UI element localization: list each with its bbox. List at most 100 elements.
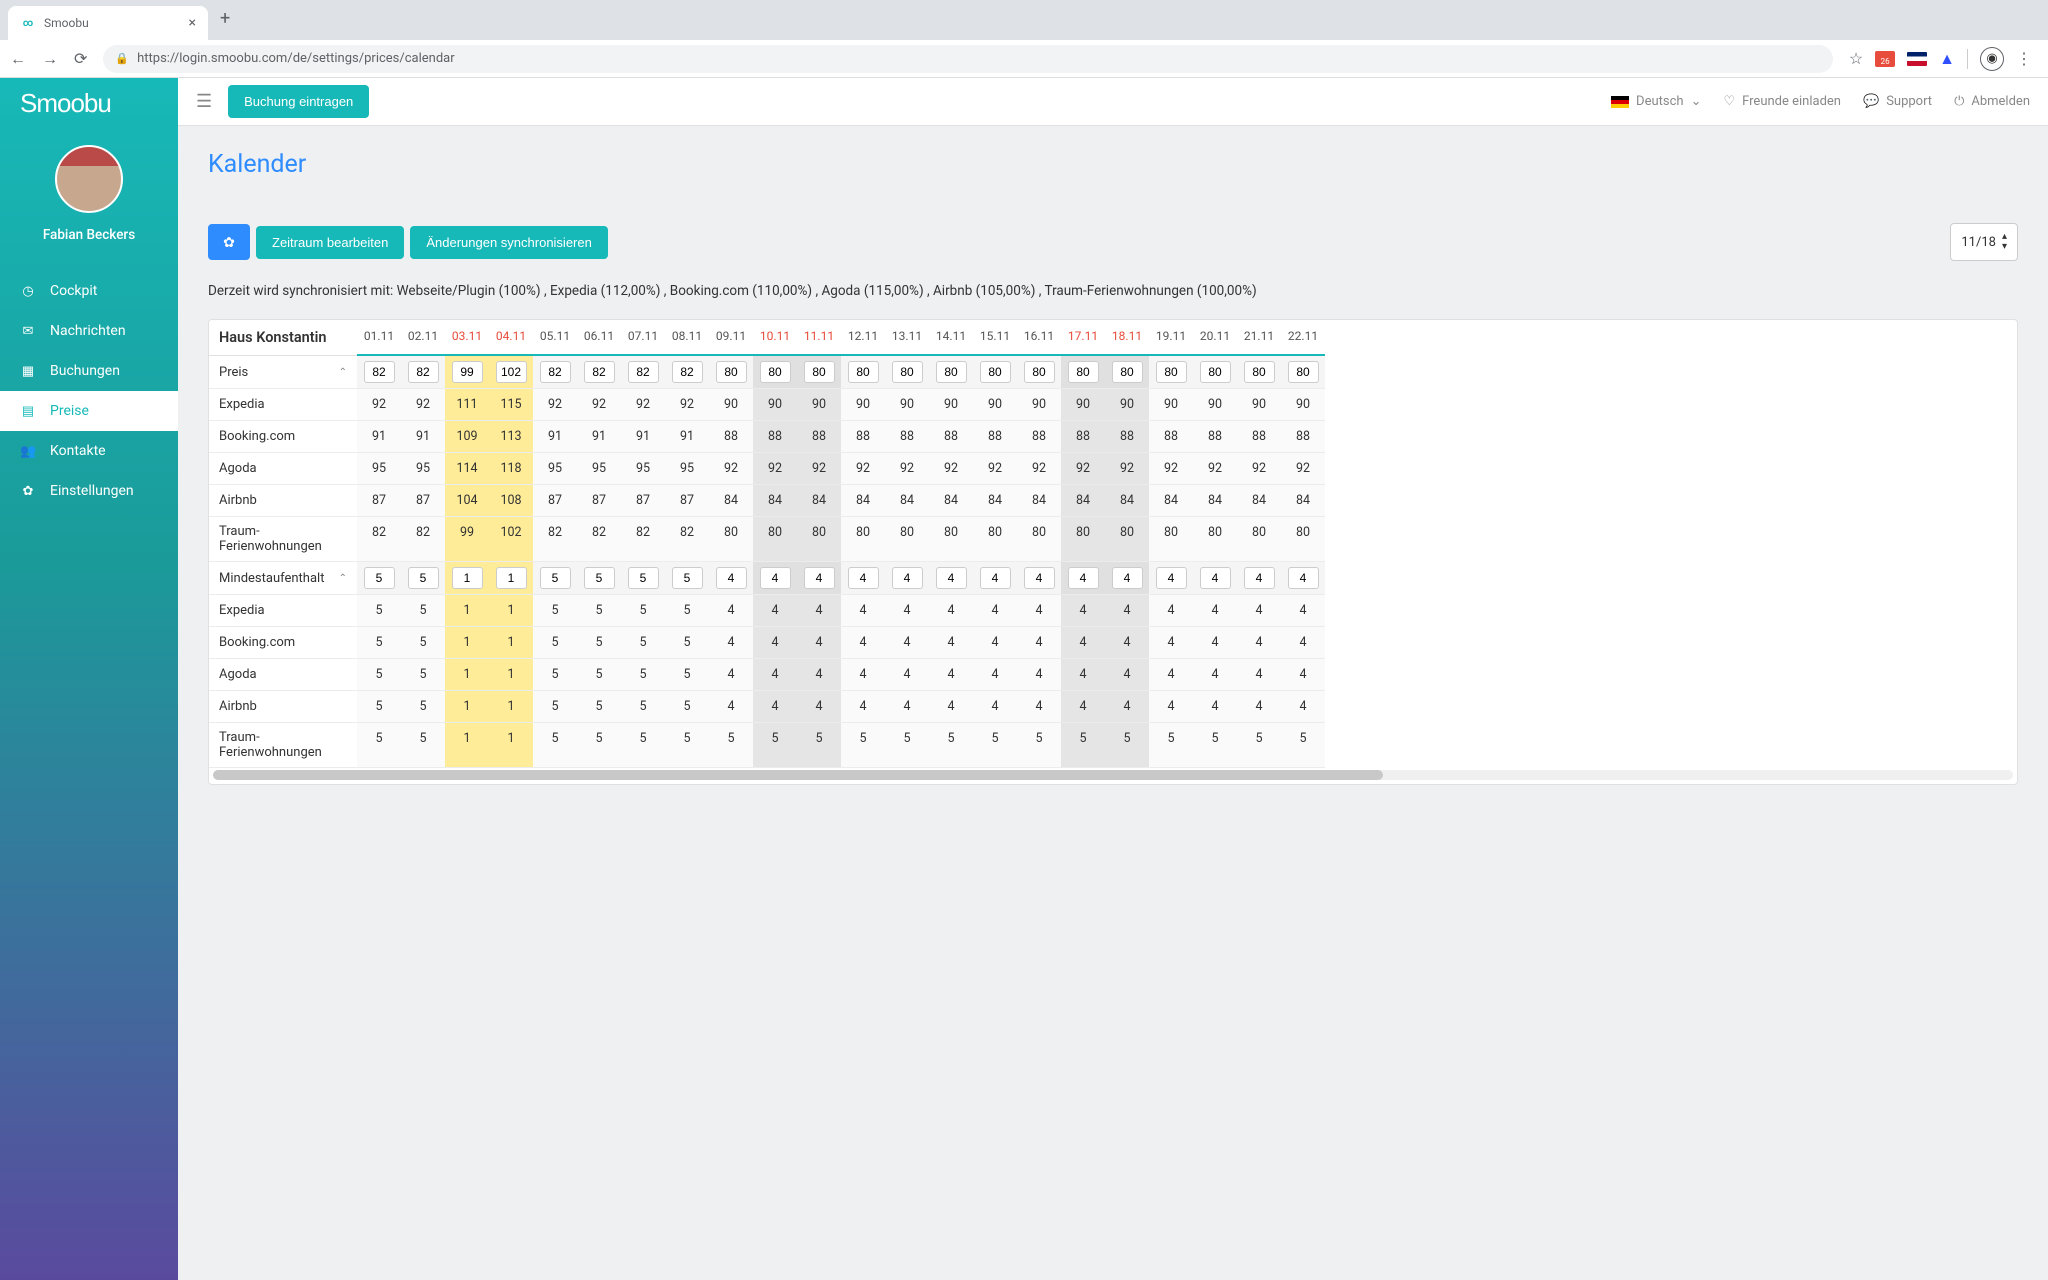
cell-input[interactable] xyxy=(672,567,703,589)
price-input-cell[interactable] xyxy=(1017,562,1061,595)
price-input-cell[interactable] xyxy=(577,562,621,595)
cell-input[interactable] xyxy=(1288,361,1319,383)
row-label[interactable]: Preis⌃ xyxy=(209,356,357,389)
price-input-cell[interactable] xyxy=(357,562,401,595)
price-input-cell[interactable] xyxy=(577,356,621,389)
price-input-cell[interactable] xyxy=(929,562,973,595)
price-input-cell[interactable] xyxy=(709,356,753,389)
kebab-menu-icon[interactable]: ⋮ xyxy=(2016,49,2032,68)
price-input-cell[interactable] xyxy=(1193,356,1237,389)
price-input-cell[interactable] xyxy=(885,562,929,595)
cell-input[interactable] xyxy=(496,361,527,383)
price-input-cell[interactable] xyxy=(885,356,929,389)
edit-period-button[interactable]: Zeitraum bearbeiten xyxy=(256,226,404,259)
forward-icon[interactable]: → xyxy=(42,49,58,69)
cell-input[interactable] xyxy=(1156,361,1187,383)
sidebar-item-cockpit[interactable]: ◷Cockpit xyxy=(0,271,178,311)
price-input-cell[interactable] xyxy=(401,356,445,389)
cell-input[interactable] xyxy=(1288,567,1319,589)
price-input-cell[interactable] xyxy=(1149,356,1193,389)
price-input-cell[interactable] xyxy=(841,356,885,389)
cell-input[interactable] xyxy=(1156,567,1187,589)
price-input-cell[interactable] xyxy=(621,562,665,595)
cell-input[interactable] xyxy=(892,361,923,383)
horizontal-scrollbar[interactable] xyxy=(213,770,2013,780)
month-selector[interactable]: 11/18 ▴▾ xyxy=(1950,223,2018,261)
cell-input[interactable] xyxy=(364,361,395,383)
cell-input[interactable] xyxy=(1112,361,1143,383)
cell-input[interactable] xyxy=(892,567,923,589)
cell-input[interactable] xyxy=(408,567,439,589)
cell-input[interactable] xyxy=(364,567,395,589)
cell-input[interactable] xyxy=(804,361,835,383)
cell-input[interactable] xyxy=(584,567,615,589)
settings-button[interactable]: ✿ xyxy=(208,224,250,260)
sidebar-item-buchungen[interactable]: ▦Buchungen xyxy=(0,351,178,391)
price-input-cell[interactable] xyxy=(445,562,489,595)
cell-input[interactable] xyxy=(760,361,791,383)
cell-input[interactable] xyxy=(628,567,659,589)
cell-input[interactable] xyxy=(540,567,571,589)
cell-input[interactable] xyxy=(408,361,439,383)
price-input-cell[interactable] xyxy=(1105,562,1149,595)
price-input-cell[interactable] xyxy=(797,356,841,389)
sync-changes-button[interactable]: Änderungen synchronisieren xyxy=(410,226,608,259)
price-input-cell[interactable] xyxy=(797,562,841,595)
price-input-cell[interactable] xyxy=(533,356,577,389)
price-input-cell[interactable] xyxy=(621,356,665,389)
price-input-cell[interactable] xyxy=(1061,562,1105,595)
price-input-cell[interactable] xyxy=(1149,562,1193,595)
row-label[interactable]: Mindestaufenthalt⌃ xyxy=(209,562,357,595)
url-bar[interactable]: 🔒 https://login.smoobu.com/de/settings/p… xyxy=(103,45,1832,73)
price-input-cell[interactable] xyxy=(1281,356,1325,389)
cell-input[interactable] xyxy=(936,361,967,383)
price-input-cell[interactable] xyxy=(533,562,577,595)
cell-input[interactable] xyxy=(980,567,1011,589)
price-input-cell[interactable] xyxy=(489,562,533,595)
new-tab-button[interactable]: + xyxy=(208,8,242,29)
menu-toggle-icon[interactable]: ☰ xyxy=(196,91,212,112)
price-input-cell[interactable] xyxy=(1061,356,1105,389)
sidebar-item-preise[interactable]: ▤Preise xyxy=(0,391,178,431)
cell-input[interactable] xyxy=(1200,567,1231,589)
cell-input[interactable] xyxy=(496,567,527,589)
price-input-cell[interactable] xyxy=(1237,356,1281,389)
invite-friends[interactable]: ♡ Freunde einladen xyxy=(1723,94,1841,109)
price-input-cell[interactable] xyxy=(665,356,709,389)
price-input-cell[interactable] xyxy=(973,562,1017,595)
price-input-cell[interactable] xyxy=(709,562,753,595)
price-input-cell[interactable] xyxy=(753,562,797,595)
price-input-cell[interactable] xyxy=(665,562,709,595)
cell-input[interactable] xyxy=(1024,567,1055,589)
price-input-cell[interactable] xyxy=(1193,562,1237,595)
price-input-cell[interactable] xyxy=(445,356,489,389)
price-input-cell[interactable] xyxy=(753,356,797,389)
price-input-cell[interactable] xyxy=(401,562,445,595)
cell-input[interactable] xyxy=(848,361,879,383)
cell-input[interactable] xyxy=(672,361,703,383)
cell-input[interactable] xyxy=(1112,567,1143,589)
language-selector[interactable]: Deutsch ⌄ xyxy=(1611,94,1701,109)
cell-input[interactable] xyxy=(936,567,967,589)
reload-icon[interactable]: ⟳ xyxy=(74,49,87,69)
price-input-cell[interactable] xyxy=(1237,562,1281,595)
sidebar-item-einstellungen[interactable]: ✿Einstellungen xyxy=(0,471,178,511)
cell-input[interactable] xyxy=(716,361,747,383)
back-icon[interactable]: ← xyxy=(10,49,26,69)
price-input-cell[interactable] xyxy=(841,562,885,595)
price-input-cell[interactable] xyxy=(357,356,401,389)
cell-input[interactable] xyxy=(1244,567,1275,589)
price-input-cell[interactable] xyxy=(929,356,973,389)
cell-input[interactable] xyxy=(540,361,571,383)
price-input-cell[interactable] xyxy=(1017,356,1061,389)
browser-user-icon[interactable]: ◉ xyxy=(1980,47,2004,71)
flag-icon[interactable] xyxy=(1907,52,1927,66)
tab-close-icon[interactable]: × xyxy=(189,15,196,31)
avatar[interactable] xyxy=(55,145,123,213)
price-input-cell[interactable] xyxy=(1105,356,1149,389)
browser-tab[interactable]: ∞ Smoobu × xyxy=(8,6,208,40)
cell-input[interactable] xyxy=(1024,361,1055,383)
cell-input[interactable] xyxy=(760,567,791,589)
cell-input[interactable] xyxy=(584,361,615,383)
extension-badge[interactable]: 26 xyxy=(1875,51,1895,67)
